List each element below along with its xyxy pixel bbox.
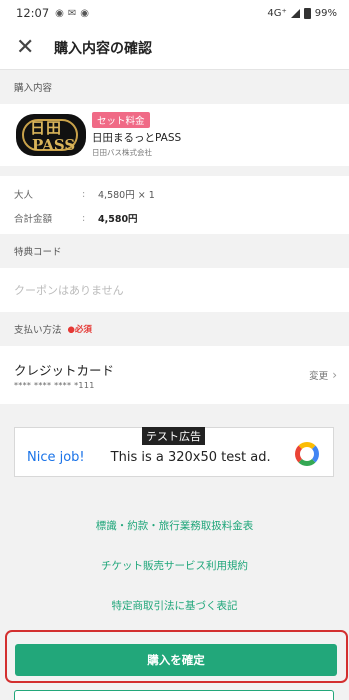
link-terms-fees[interactable]: 標識・約款・旅行業務取扱料金表	[0, 505, 349, 545]
product-info: セット料金 日田まるっとPASS 日田バス株式会社	[92, 112, 181, 158]
coupon-section-label: 特典コード	[0, 234, 349, 268]
confirm-purchase-button[interactable]: 購入を確定	[15, 644, 337, 676]
payment-section-label: 支払い方法 ●必須	[0, 312, 349, 346]
notification-icon-2: ◉	[80, 7, 90, 19]
logo-text-top: 日田	[30, 119, 63, 137]
product-card: 日田 PASS セット料金 日田まるっとPASS 日田バス株式会社	[0, 104, 349, 166]
mail-icon: ✉	[67, 7, 77, 19]
notification-icon: ◉	[55, 7, 64, 19]
app-header: ✕ 購入内容の確認	[0, 26, 349, 70]
page-title: 購入内容の確認	[54, 40, 152, 57]
ad-logo-icon	[295, 442, 319, 466]
coupon-row[interactable]: クーポンはありません	[0, 268, 349, 312]
legal-links: 標識・約款・旅行業務取扱料金表 チケット販売サービス利用規約 特定商取引法に基づ…	[0, 505, 349, 625]
change-label: 変更	[309, 371, 329, 382]
price-block: 大人 : 4,580円 × 1 合計金額 : 4,580円	[0, 176, 349, 234]
price-row-adult: 大人 : 4,580円 × 1	[0, 182, 349, 206]
product-name: 日田まるっとPASS	[92, 132, 182, 144]
payment-method: クレジットカード	[14, 363, 115, 378]
signal-icon	[290, 8, 300, 18]
price-value: 4,580円 × 1	[98, 190, 155, 201]
ad-text: This is a 320x50 test ad.	[110, 449, 271, 465]
battery-level: 99%	[314, 7, 337, 19]
confirm-highlight: 購入を確定	[5, 630, 348, 683]
close-icon[interactable]: ✕	[16, 36, 38, 59]
set-price-badge: セット料金	[92, 112, 150, 128]
status-right: 4G⁺ 99%	[267, 7, 337, 19]
ad-label: テスト広告	[142, 427, 205, 445]
status-time: 12:07	[16, 6, 50, 20]
network-type: 4G⁺	[267, 7, 287, 19]
total-value: 4,580円	[98, 214, 138, 225]
battery-icon	[303, 7, 311, 19]
chevron-right-icon: ›	[332, 368, 337, 382]
product-logo: 日田 PASS	[16, 114, 86, 156]
payment-row[interactable]: クレジットカード **** **** **** *111 変更 ›	[0, 346, 349, 404]
required-badge: ●必須	[67, 325, 92, 335]
total-label: 合計金額	[14, 214, 53, 225]
purchase-section-label: 購入内容	[0, 70, 349, 104]
status-left: 12:07 ◉ ✉ ◉	[16, 6, 89, 20]
status-bar: 12:07 ◉ ✉ ◉ 4G⁺ 99%	[0, 0, 349, 26]
company-name: 日田バス株式会社	[92, 148, 152, 157]
link-ticket-terms[interactable]: チケット販売サービス利用規約	[0, 545, 349, 585]
price-label: 大人	[14, 190, 34, 201]
card-number: **** **** **** *111	[14, 381, 95, 390]
payment-label-text: 支払い方法	[14, 325, 62, 336]
price-row-total: 合計金額 : 4,580円	[0, 206, 349, 230]
notification-icons: ◉ ✉ ◉	[55, 8, 89, 19]
link-commercial-law[interactable]: 特定商取引法に基づく表記	[0, 585, 349, 625]
payment-info: クレジットカード **** **** **** *111	[14, 360, 114, 390]
test-ad-banner[interactable]: テスト広告 Nice job! This is a 320x50 test ad…	[14, 427, 334, 477]
logo-text-bottom: PASS	[32, 136, 76, 154]
secondary-button-edge[interactable]	[14, 690, 334, 700]
ad-nice-text: Nice job!	[27, 449, 85, 465]
change-payment-button[interactable]: 変更 ›	[309, 368, 337, 382]
price-colon: :	[82, 188, 86, 200]
total-colon: :	[82, 212, 86, 224]
